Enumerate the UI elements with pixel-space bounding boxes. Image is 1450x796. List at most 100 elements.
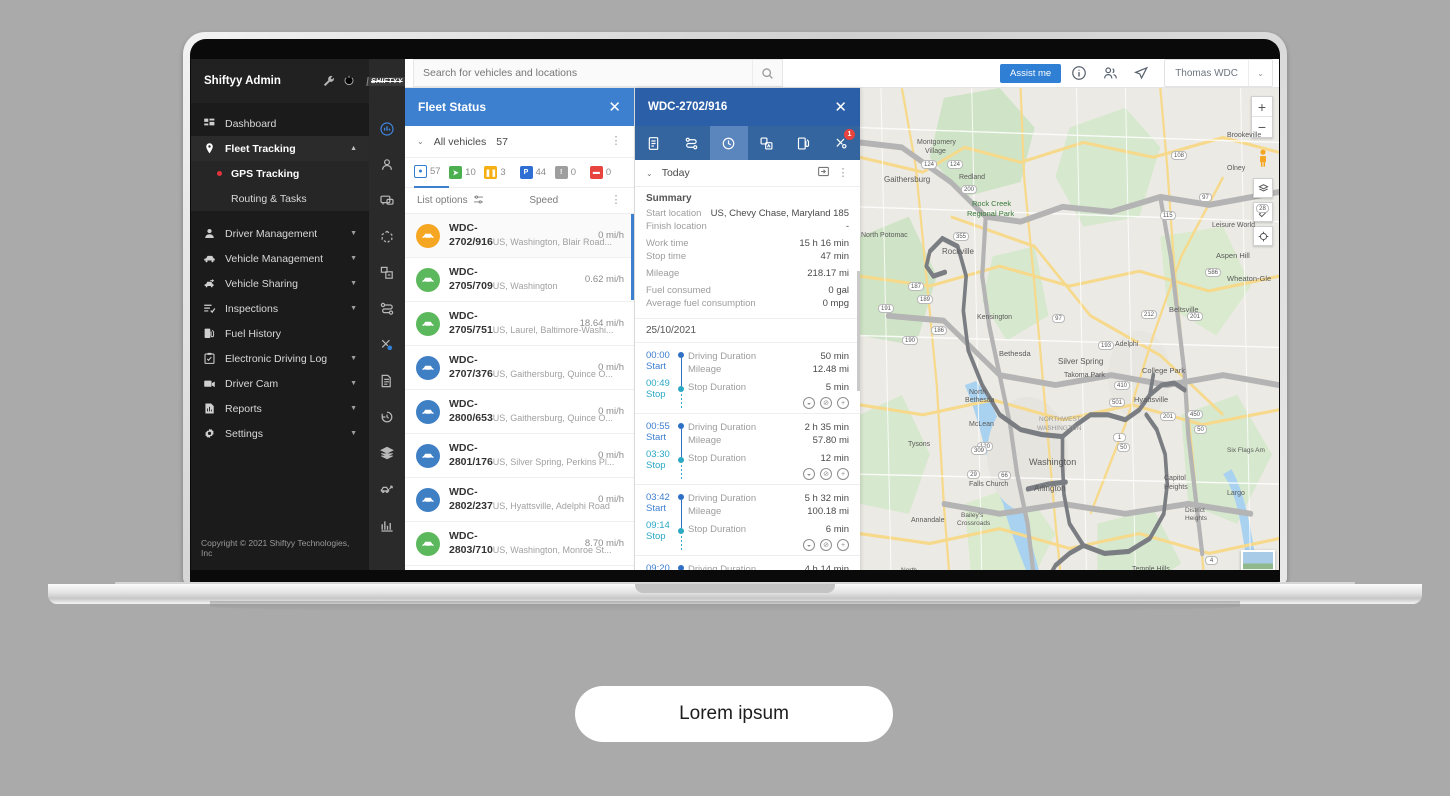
user-menu[interactable]: Thomas WDC ⌄ [1164, 59, 1273, 87]
more-options-icon[interactable]: ⋮ [610, 195, 622, 206]
sidebar-item-reports[interactable]: Reports ▼ [191, 396, 369, 421]
map-canvas[interactable]: A B + − [860, 88, 1279, 570]
rail-bar-chart-icon[interactable] [369, 507, 405, 543]
vehicle-name: WDC-2802/237 [449, 486, 493, 512]
vehicle-list-item[interactable]: WDC-2801/176US, Silver Spring, Perkins P… [405, 434, 634, 478]
vehicle-list-item[interactable]: WDC-2707/376US, Gaithersburg, Quince O..… [405, 346, 634, 390]
tab-media[interactable] [748, 126, 786, 160]
close-icon[interactable]: ✕ [608, 100, 621, 115]
status-filter-moving[interactable]: ➤ 10 [449, 166, 484, 179]
rail-reports-grid-icon[interactable] [369, 255, 405, 291]
more-options-icon[interactable]: ⋮ [610, 136, 622, 147]
add-icon[interactable]: + [837, 539, 849, 551]
vehicle-list-item[interactable]: WDC-2702/916US, Washington, Blair Road..… [405, 214, 634, 258]
search-bar[interactable] [413, 59, 783, 87]
sidebar-item-driver-management[interactable]: Driver Management ▼ [191, 221, 369, 246]
status-icon-all: ● [414, 165, 427, 178]
driver-icon[interactable]: ◒ [803, 397, 815, 409]
all-vehicles-row[interactable]: ⌄ All vehicles 57 ⋮ [405, 126, 634, 158]
sidebar-item-settings[interactable]: Settings ▼ [191, 421, 369, 446]
search-input[interactable] [414, 60, 752, 86]
driver-icon[interactable]: ◒ [803, 468, 815, 480]
rail-documents-icon[interactable] [369, 363, 405, 399]
summary-value: 218.17 mi [807, 268, 849, 279]
vehicle-list-item[interactable]: WDC-2803/710US, Washington, Monroe St...… [405, 522, 634, 566]
rail-history-clock-icon[interactable] [369, 399, 405, 435]
map-locate-icon[interactable] [1253, 226, 1273, 246]
vehicle-name: WDC-2707/376 [449, 354, 493, 380]
sidebar-item-electronic-driving-log[interactable]: Electronic Driving Log ▼ [191, 346, 369, 371]
map-extra-controls [1253, 178, 1273, 250]
tab-fuel[interactable] [785, 126, 823, 160]
close-icon[interactable]: ✕ [834, 100, 847, 115]
status-filter-all[interactable]: ● 57 [414, 158, 450, 188]
map-layers-icon[interactable] [1253, 178, 1273, 198]
sidebar-item-vehicle-management[interactable]: Vehicle Management ▼ [191, 246, 369, 271]
icon-rail [369, 59, 405, 570]
vehicle-list-item[interactable]: WDC-2705/751US, Laurel, Baltimore-Washi.… [405, 302, 634, 346]
vehicle-list-item[interactable]: WDC-2800/653US, Gaithersburg, Quince O..… [405, 390, 634, 434]
rail-vehicle-share-icon[interactable] [369, 471, 405, 507]
street-view-pegman-icon[interactable] [1253, 146, 1273, 170]
add-icon[interactable]: + [837, 397, 849, 409]
vehicle-list[interactable]: WDC-2702/916US, Washington, Blair Road..… [405, 214, 634, 570]
add-icon[interactable]: + [837, 468, 849, 480]
rail-route-icon[interactable] [369, 291, 405, 327]
export-icon[interactable] [817, 165, 830, 181]
rail-person-icon[interactable] [369, 147, 405, 183]
list-options-label[interactable]: List options [417, 195, 468, 206]
send-feedback-icon[interactable] [1128, 60, 1154, 86]
status-filter-no-signal[interactable]: ! 0 [554, 166, 590, 179]
no-entry-icon[interactable]: ⊘ [820, 397, 832, 409]
sort-label[interactable]: Speed [529, 195, 558, 206]
vehicle-list-scrollbar[interactable] [631, 214, 634, 300]
power-icon[interactable] [342, 74, 356, 88]
street-view-thumbnail[interactable]: Stree [1241, 550, 1275, 570]
zoom-out-button[interactable]: − [1252, 117, 1272, 137]
trip-item[interactable]: 00:00 Start 00:49 Stop Driving Duration 5… [635, 343, 860, 414]
history-body[interactable]: Summary Start location US, Chevy Chase, M… [635, 187, 860, 570]
sidebar-item-dashboard[interactable]: Dashboard [191, 111, 369, 136]
trip-item[interactable]: 00:55 Start 03:30 Stop Driving Duration 2… [635, 414, 860, 485]
no-entry-icon[interactable]: ⊘ [820, 539, 832, 551]
sidebar-item-gps-tracking[interactable]: GPS Tracking [191, 161, 369, 186]
assist-me-button[interactable]: Assist me [1000, 63, 1062, 83]
rail-maintenance-tools-icon[interactable] [369, 327, 405, 363]
chevron-down-icon[interactable]: ⌄ [417, 137, 424, 146]
status-filter-offline[interactable]: ▬ 0 [589, 166, 625, 179]
trip-item[interactable]: 03:42 Start 09:14 Stop Driving Duration 5… [635, 485, 860, 556]
users-icon[interactable] [1097, 60, 1123, 86]
vehicle-list-item[interactable]: WDC-2705/709US, Washington 0.62 mi/h [405, 258, 634, 302]
trip-start-label: Start [646, 361, 667, 372]
zoom-in-button[interactable]: + [1252, 97, 1272, 117]
more-options-icon[interactable]: ⋮ [837, 167, 849, 178]
sidebar-item-vehicle-sharing[interactable]: Vehicle Sharing ▼ [191, 271, 369, 296]
vehicle-list-item[interactable]: WDC-2802/237US, Hyattsville, Adelphi Roa… [405, 478, 634, 522]
map-route-shield: 28 [1256, 204, 1269, 213]
chevron-down-icon[interactable]: ⌄ [646, 169, 653, 178]
rail-gauge-icon[interactable] [369, 111, 405, 147]
rail-layers-icon[interactable] [369, 435, 405, 471]
trip-item[interactable]: 09:20 Start Driving Duration4 h 14 min M… [635, 556, 860, 570]
sidebar-item-routing-tasks[interactable]: Routing & Tasks [191, 186, 369, 211]
tab-info[interactable] [635, 126, 673, 160]
rail-chat-icon[interactable] [369, 183, 405, 219]
tab-history[interactable] [710, 126, 748, 160]
period-selector[interactable]: ⌄ Today ⋮ [635, 160, 860, 187]
info-icon[interactable] [1066, 60, 1092, 86]
status-filter-parked[interactable]: P 44 [519, 166, 555, 179]
search-icon[interactable] [752, 60, 782, 86]
tab-maintenance[interactable]: 1 [823, 126, 861, 160]
sidebar-item-fuel-history[interactable]: Fuel History [191, 321, 369, 346]
status-filter-idling[interactable]: ❚❚ 3 [484, 166, 519, 179]
sidebar-item-inspections[interactable]: Inspections ▼ [191, 296, 369, 321]
driver-icon[interactable]: ◒ [803, 539, 815, 551]
filter-icon[interactable] [473, 194, 484, 208]
sidebar-item-fleet-tracking[interactable]: Fleet Tracking ▲ [191, 136, 369, 161]
chevron-down-icon[interactable]: ⌄ [1248, 60, 1272, 86]
tab-route[interactable] [673, 126, 711, 160]
sidebar-item-driver-cam[interactable]: Driver Cam ▼ [191, 371, 369, 396]
no-entry-icon[interactable]: ⊘ [820, 468, 832, 480]
rail-geofence-icon[interactable] [369, 219, 405, 255]
wrench-icon[interactable] [322, 74, 336, 88]
